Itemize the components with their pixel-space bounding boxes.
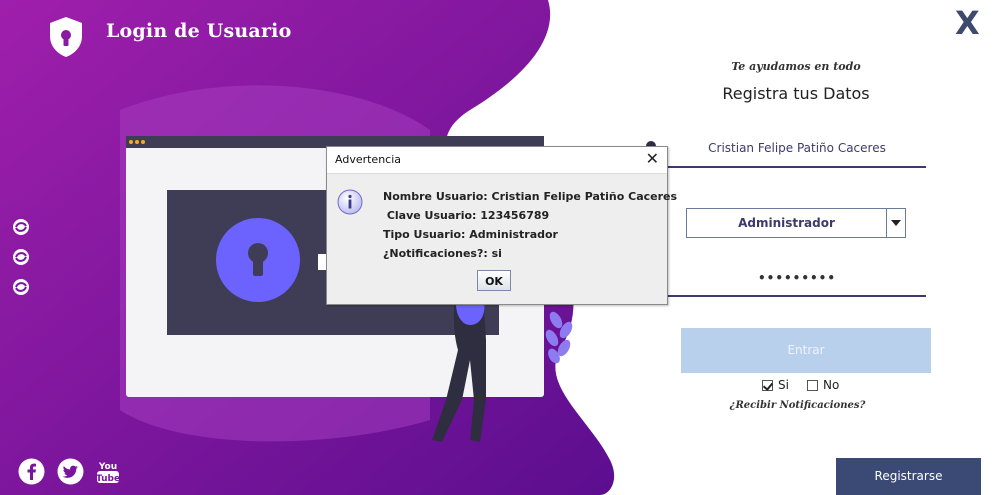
register-button[interactable]: Registrarse: [836, 458, 981, 495]
twitter-icon[interactable]: [57, 458, 84, 485]
dialog-titlebar[interactable]: Advertencia ✕: [327, 147, 667, 174]
info-icon: [337, 189, 363, 215]
side-icon-group: [12, 218, 30, 296]
checkbox-yes-label: Si: [778, 378, 789, 392]
facebook-icon[interactable]: [18, 458, 45, 485]
form-heading: Registra tus Datos: [722, 84, 870, 103]
svg-text:You: You: [98, 462, 117, 472]
swirl-icon[interactable]: [12, 278, 30, 296]
checkbox-no[interactable]: No: [807, 378, 839, 392]
dialog-line: ¿Notificaciones?: si: [383, 247, 502, 260]
shield-lock-icon: [50, 17, 82, 57]
password-input[interactable]: •••••••••: [668, 265, 926, 297]
dropdown-arrow-button[interactable]: [887, 209, 905, 237]
checkbox-yes[interactable]: Si: [762, 378, 789, 392]
warning-dialog: Advertencia ✕ Nombre Usuario: Cristian F…: [326, 146, 677, 305]
notifications-label: ¿Recibir Notificaciones?: [729, 400, 866, 411]
dropdown-arrow-icon: [891, 220, 901, 226]
swirl-icon[interactable]: [12, 218, 30, 236]
checkbox-no-label: No: [823, 378, 840, 392]
youtube-icon[interactable]: You Tube: [96, 458, 120, 485]
app-logo: [48, 16, 84, 58]
dialog-message: Nombre Usuario: Cristian Felipe Patiño C…: [383, 187, 677, 263]
checkbox-no-box[interactable]: [807, 379, 818, 391]
dialog-title: Advertencia: [335, 153, 402, 166]
ok-button[interactable]: OK: [477, 270, 511, 291]
tagline: Te ayudamos en todo: [731, 60, 861, 73]
dialog-line: Clave Usuario: 123456789: [383, 209, 550, 222]
login-window: Login de Usuario X You Tube Te ayudamos e…: [0, 0, 995, 495]
dialog-close-button[interactable]: ✕: [646, 149, 659, 168]
user-type-select[interactable]: Administrador: [686, 208, 906, 238]
app-title: Login de Usuario: [106, 20, 292, 42]
swirl-icon[interactable]: [12, 248, 30, 266]
social-links: You Tube: [18, 458, 120, 485]
dialog-line: Nombre Usuario: Cristian Felipe Patiño C…: [383, 190, 678, 203]
checkbox-yes-box[interactable]: [762, 379, 773, 391]
dialog-line: Tipo Usuario: Administrador: [383, 228, 558, 241]
close-button[interactable]: X: [955, 4, 980, 42]
svg-text:Tube: Tube: [96, 474, 120, 484]
enter-button[interactable]: Entrar: [681, 328, 931, 373]
name-input[interactable]: Cristian Felipe Patiño Caceres: [668, 136, 926, 168]
user-type-value: Administrador: [687, 209, 887, 237]
